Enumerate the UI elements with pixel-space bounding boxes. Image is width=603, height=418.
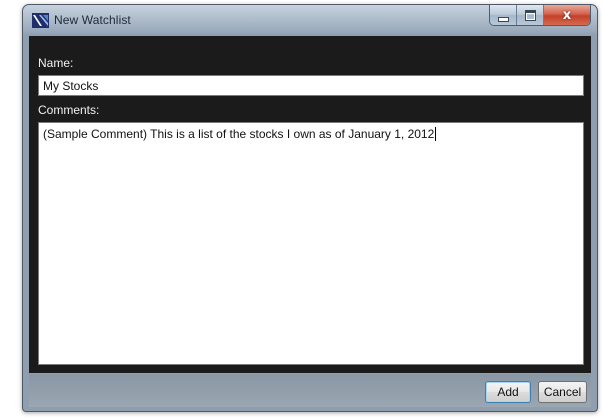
cancel-button[interactable]: Cancel: [538, 381, 587, 403]
window-title: New Watchlist: [54, 13, 131, 27]
comments-label: Comments:: [38, 103, 100, 117]
close-icon: x: [562, 7, 572, 23]
dialog-body: Name: My Stocks Comments: (Sample Commen…: [29, 36, 591, 373]
maximize-icon: [524, 9, 536, 21]
caption-buttons: x: [489, 5, 591, 26]
comments-textarea[interactable]: (Sample Comment) This is a list of the s…: [38, 122, 584, 365]
add-button[interactable]: Add: [485, 381, 531, 403]
name-input[interactable]: My Stocks: [38, 75, 584, 96]
app-logo-icon: [32, 13, 49, 28]
text-caret: [435, 127, 437, 141]
maximize-button[interactable]: [517, 5, 544, 25]
new-watchlist-window: New Watchlist x Name: My Stocks Comments…: [22, 4, 598, 412]
comments-textarea-value: (Sample Comment) This is a list of the s…: [43, 127, 435, 141]
dialog-footer: Add Cancel: [29, 374, 591, 407]
name-label: Name:: [38, 56, 74, 70]
minimize-icon: [497, 16, 509, 22]
title-bar[interactable]: New Watchlist x: [23, 5, 597, 35]
name-input-value: My Stocks: [43, 79, 99, 93]
minimize-button[interactable]: [490, 5, 517, 25]
close-button[interactable]: x: [544, 5, 590, 25]
